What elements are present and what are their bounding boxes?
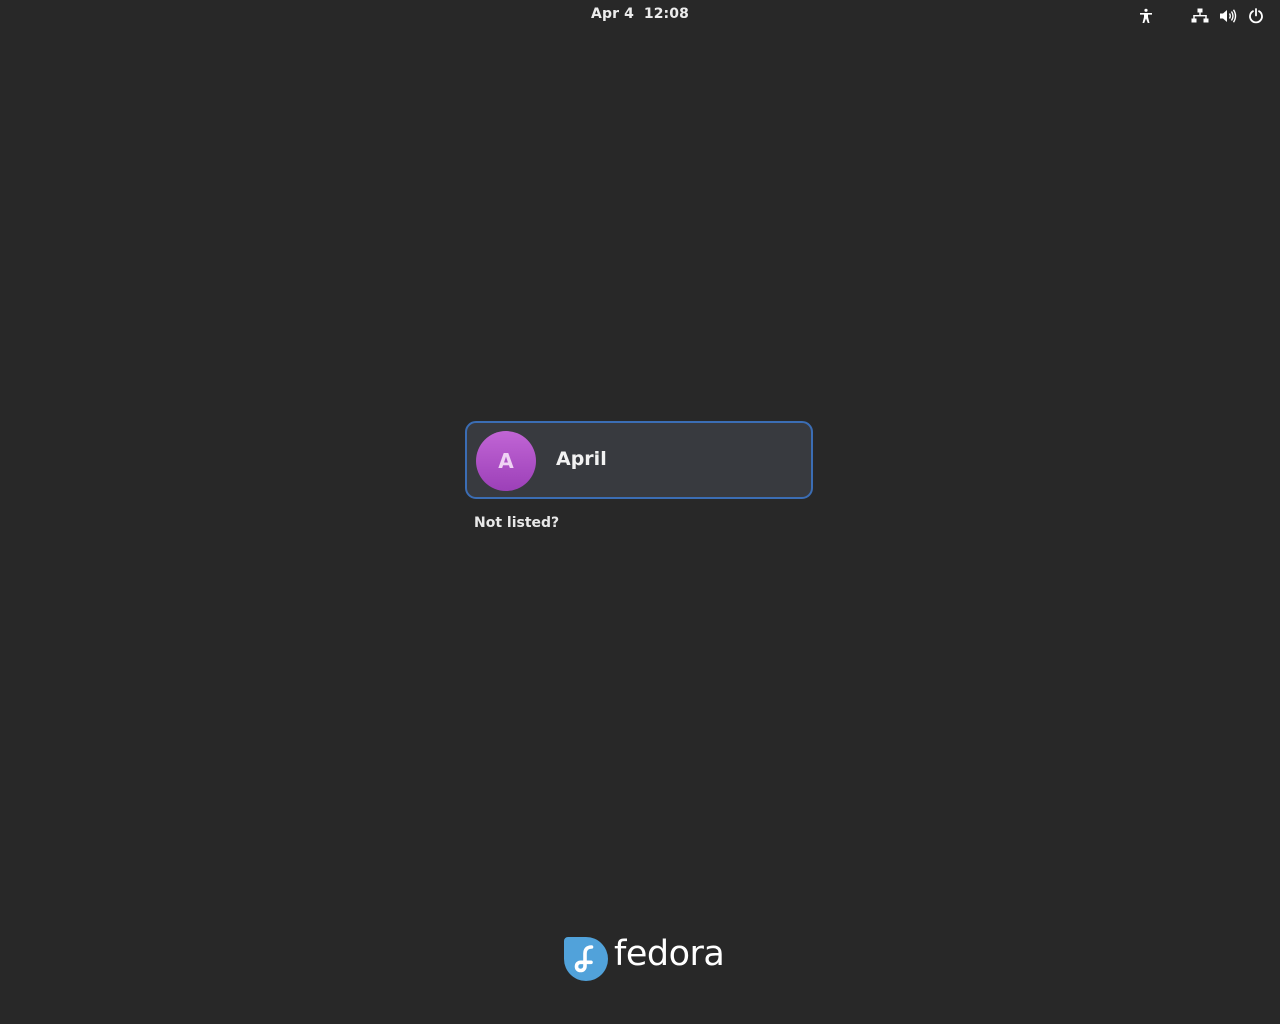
accessibility-icon[interactable]	[1136, 6, 1156, 26]
network-wired-icon[interactable]	[1190, 6, 1210, 26]
fedora-logo-icon	[564, 937, 608, 981]
top-bar: Apr 4 12:08	[0, 0, 1280, 32]
user-list-item-april[interactable]: A April	[465, 421, 813, 499]
fedora-wordmark: fedora	[614, 934, 725, 974]
user-name: April	[556, 448, 607, 470]
not-listed-link[interactable]: Not listed?	[474, 515, 559, 531]
volume-icon[interactable]	[1218, 6, 1238, 26]
fedora-logo: fedora	[564, 934, 725, 982]
avatar-initial: A	[498, 449, 514, 473]
clock-date-time[interactable]: Apr 4 12:08	[0, 6, 1280, 22]
user-avatar: A	[476, 431, 536, 491]
power-icon[interactable]	[1246, 6, 1266, 26]
